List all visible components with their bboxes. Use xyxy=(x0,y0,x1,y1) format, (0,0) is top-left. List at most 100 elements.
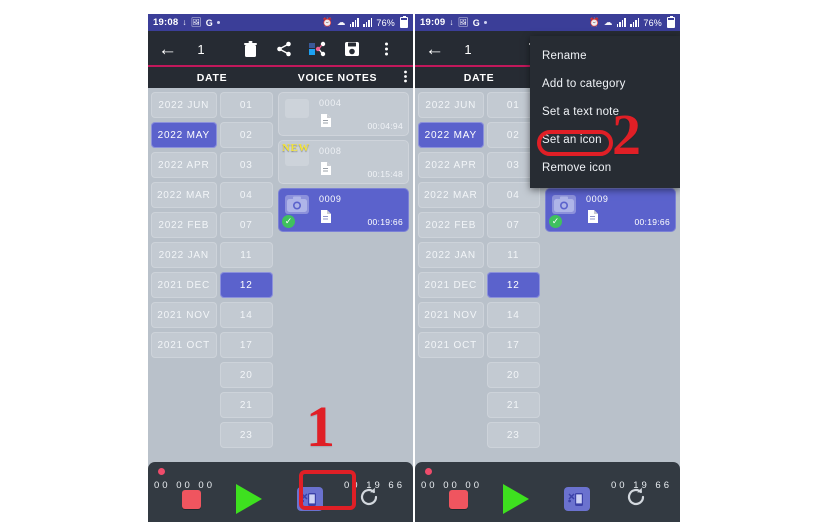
share-icon[interactable] xyxy=(267,41,301,57)
day-cell[interactable]: 14 xyxy=(486,302,540,328)
wifi-icon: ☁ xyxy=(336,17,346,28)
day-cell[interactable]: 02 xyxy=(219,122,273,148)
stop-button[interactable] xyxy=(181,489,201,509)
month-cell[interactable]: 2022 JUN xyxy=(151,92,217,118)
player-bar: 00 00 00 00 19 66 xyxy=(148,462,413,522)
month-cell[interactable]: 2022 MAY xyxy=(418,122,484,148)
day-cell[interactable]: 20 xyxy=(486,362,540,388)
image-icon: 🖼 xyxy=(457,17,469,28)
back-arrow-icon[interactable]: ← xyxy=(158,40,184,59)
day-cell[interactable]: 17 xyxy=(486,332,540,358)
voice-note-item[interactable]: 0004 00:04:94 xyxy=(278,92,409,136)
month-cell[interactable]: 2021 NOV xyxy=(151,302,217,328)
month-cell[interactable]: 2022 APR xyxy=(418,152,484,178)
day-cell[interactable]: 11 xyxy=(219,242,273,268)
loop-button[interactable] xyxy=(358,486,380,513)
day-cell[interactable]: 21 xyxy=(486,392,540,418)
camera-icon xyxy=(552,195,576,214)
google-icon: G xyxy=(205,17,213,28)
stop-button[interactable] xyxy=(448,489,468,509)
day-cell[interactable]: 17 xyxy=(219,332,273,358)
play-button[interactable] xyxy=(502,484,529,514)
play-button[interactable] xyxy=(235,484,262,514)
status-bar: 19:09 ↓ 🖼 G ⏰ ☁ 76% xyxy=(415,14,680,31)
download-icon: ↓ xyxy=(449,17,454,28)
social-share-icon[interactable] xyxy=(301,41,335,57)
day-column: 01 02 03 04 07 11 12 14 17 20 21 23 xyxy=(219,92,273,462)
month-cell[interactable]: 2022 JAN xyxy=(418,242,484,268)
month-cell[interactable]: 2022 FEB xyxy=(418,212,484,238)
day-cell[interactable]: 04 xyxy=(219,182,273,208)
month-cell[interactable]: 2022 MAR xyxy=(418,182,484,208)
day-cell[interactable]: 07 xyxy=(486,212,540,238)
column-header-date: DATE xyxy=(463,71,495,84)
month-cell[interactable]: 2021 NOV xyxy=(418,302,484,328)
voice-note-id: 0004 xyxy=(319,98,342,108)
set-icon-button[interactable] xyxy=(563,487,590,511)
day-cell[interactable]: 07 xyxy=(219,212,273,238)
day-cell[interactable]: 12 xyxy=(486,272,540,298)
day-cell[interactable]: 03 xyxy=(219,152,273,178)
menu-item-add-to-category[interactable]: Add to category xyxy=(530,70,680,98)
day-cell[interactable]: 12 xyxy=(219,272,273,298)
month-cell-empty xyxy=(151,362,217,388)
voice-note-item[interactable]: NEW 0008 00:15:48 xyxy=(278,140,409,184)
battery-percent: 76% xyxy=(643,17,662,28)
back-arrow-icon[interactable]: ← xyxy=(425,40,451,59)
voice-note-duration: 00:15:48 xyxy=(367,169,403,179)
month-cell[interactable]: 2022 JAN xyxy=(151,242,217,268)
day-cell[interactable]: 23 xyxy=(486,422,540,448)
month-cell[interactable]: 2022 JUN xyxy=(418,92,484,118)
screenshot-stage: 19:08 ↓ 🖼 G ⏰ ☁ 76% ← 1 DATE VOICE NOTES… xyxy=(0,0,822,522)
month-cell[interactable]: 2022 APR xyxy=(151,152,217,178)
app-toolbar: ← 1 xyxy=(148,31,413,67)
status-clock: 19:08 xyxy=(153,17,179,28)
month-cell[interactable]: 2021 DEC xyxy=(418,272,484,298)
save-icon[interactable] xyxy=(335,41,369,57)
selected-count: 1 xyxy=(464,41,472,57)
menu-item-set-a-text-note[interactable]: Set a text note xyxy=(530,98,680,126)
voice-note-item-selected[interactable]: 0009 ✓ 00:19:66 xyxy=(545,188,676,232)
month-cell-empty xyxy=(151,392,217,418)
month-column: 2022 JUN 2022 MAY 2022 APR 2022 MAR 2022… xyxy=(151,92,217,462)
loop-button[interactable] xyxy=(625,486,647,513)
context-menu: Rename Add to category Set a text note S… xyxy=(530,36,680,188)
voice-note-item-selected[interactable]: 0009 ✓ 00:19:66 xyxy=(278,188,409,232)
trash-icon[interactable] xyxy=(233,40,267,58)
month-cell[interactable]: 2022 MAR xyxy=(151,182,217,208)
month-cell-empty xyxy=(418,362,484,388)
voice-note-duration: 00:04:94 xyxy=(367,121,403,131)
month-cell-empty xyxy=(151,422,217,448)
download-icon: ↓ xyxy=(182,17,187,28)
image-icon: 🖼 xyxy=(190,17,202,28)
player-controls xyxy=(415,482,680,516)
menu-item-remove-icon[interactable]: Remove icon xyxy=(530,154,680,182)
day-cell[interactable]: 11 xyxy=(486,242,540,268)
day-cell[interactable]: 20 xyxy=(219,362,273,388)
record-indicator-icon xyxy=(158,468,165,475)
day-cell[interactable]: 23 xyxy=(219,422,273,448)
status-bar-right: ⏰ ☁ 76% xyxy=(589,16,675,28)
document-icon xyxy=(320,210,331,228)
signal-icon xyxy=(349,18,359,27)
day-cell[interactable]: 14 xyxy=(219,302,273,328)
day-cell[interactable]: 01 xyxy=(219,92,273,118)
document-icon xyxy=(587,210,598,228)
menu-item-rename[interactable]: Rename xyxy=(530,42,680,70)
month-cell-empty xyxy=(418,422,484,448)
day-cell[interactable]: 21 xyxy=(219,392,273,418)
document-icon xyxy=(320,114,331,132)
month-cell[interactable]: 2021 OCT xyxy=(151,332,217,358)
month-cell[interactable]: 2021 OCT xyxy=(418,332,484,358)
dot-icon xyxy=(483,21,487,24)
month-cell[interactable]: 2021 DEC xyxy=(151,272,217,298)
voice-note-id: 0008 xyxy=(319,146,342,156)
month-cell[interactable]: 2022 FEB xyxy=(151,212,217,238)
column-header: DATE VOICE NOTES xyxy=(148,67,413,88)
signal-icon xyxy=(630,18,640,27)
month-cell[interactable]: 2022 MAY xyxy=(151,122,217,148)
annotation-highlight-set-an-icon xyxy=(537,130,613,156)
overflow-menu-icon[interactable] xyxy=(403,69,408,86)
overflow-menu-icon[interactable] xyxy=(369,41,403,57)
column-header-date: DATE xyxy=(196,71,228,84)
